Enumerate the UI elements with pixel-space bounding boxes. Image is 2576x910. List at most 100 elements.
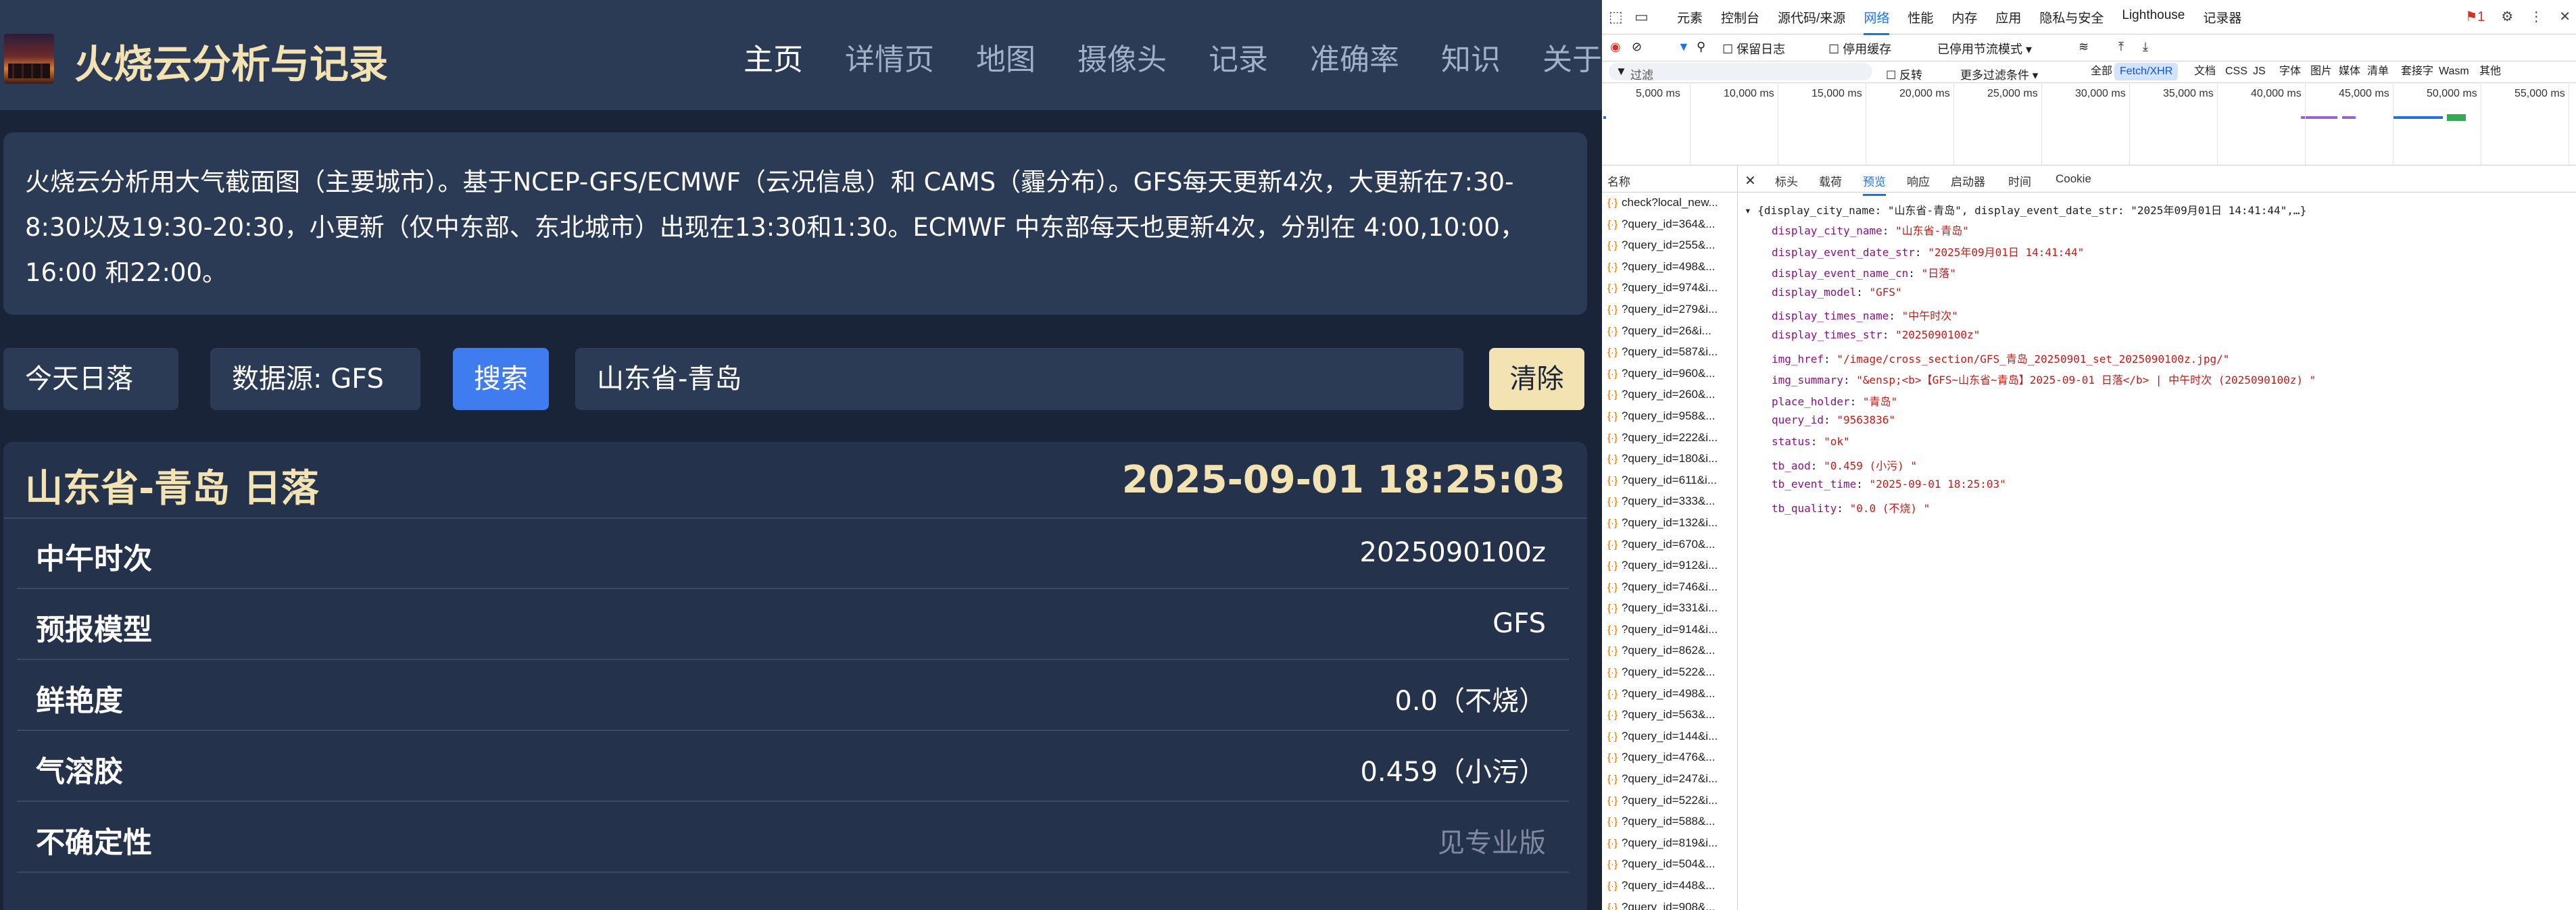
data-source-select[interactable]: 数据源: GFS [210,348,420,410]
site-title[interactable]: 火烧云分析与记录 [74,32,388,89]
disable-cache-checkbox[interactable]: ☐ 停用缓存 [1828,40,1891,57]
nav-item[interactable]: 地图 [976,35,1036,78]
close-icon[interactable]: ✕ [2559,8,2571,25]
device-toolbar-icon[interactable]: ▭ [1634,8,1649,26]
request-row[interactable]: {·} ?query_id=588&... [1602,811,1737,832]
detail-tab[interactable]: 时间 [2008,172,2031,189]
city-input[interactable] [575,348,1463,410]
inspect-element-icon[interactable]: ⬚ [1609,8,1623,26]
event-select[interactable]: 今天日落 [3,348,178,410]
nav-item[interactable]: 知识 [1441,35,1501,78]
nav-item[interactable]: 主页 [744,35,803,78]
close-detail-icon[interactable]: ✕ [1745,172,1756,189]
request-row[interactable]: {·} ?query_id=476&... [1602,747,1737,768]
request-row[interactable]: {·} ?query_id=132&i... [1602,512,1737,534]
devtools-tab[interactable]: 应用 [1995,8,2021,35]
type-filter-chip[interactable]: 清单 [2362,63,2394,80]
nav-item[interactable]: 记录 [1209,35,1268,78]
request-row[interactable]: {·} ?query_id=974&i... [1602,277,1737,299]
detail-tab[interactable]: 载荷 [1819,172,1842,189]
request-row[interactable]: {·} ?query_id=498&... [1602,256,1737,278]
request-row[interactable]: {·} ?query_id=914&i... [1602,619,1737,640]
devtools-tab[interactable]: 性能 [1907,8,1933,35]
request-row[interactable]: {·} ?query_id=364&... [1602,213,1737,235]
request-row[interactable]: {·} ?query_id=958&... [1602,405,1737,427]
type-filter-chip[interactable]: Wasm [2433,63,2475,80]
preview-object-summary[interactable]: ▾ {display_city_name: "山东省-青岛", display_… [1745,201,2306,218]
request-row[interactable]: {·} ?query_id=746&i... [1602,576,1737,598]
request-row[interactable]: {·} ?query_id=331&i... [1602,597,1737,619]
detail-tab[interactable]: 启动器 [1951,172,1985,189]
type-filter-chip[interactable]: JS [2247,63,2271,80]
type-filter-chip[interactable]: 媒体 [2333,63,2366,80]
devtools-tab[interactable]: 隐私与安全 [2039,8,2104,35]
request-row[interactable]: {·} ?query_id=222&i... [1602,427,1737,449]
request-row[interactable]: {·} ?query_id=670&... [1602,534,1737,555]
devtools-tab[interactable]: 记录器 [2203,8,2241,35]
devtools-tab[interactable]: 源代码/来源 [1778,8,1845,35]
request-row[interactable]: {·} ?query_id=862&... [1602,640,1737,661]
search-icon[interactable]: ⚲ [1697,40,1705,54]
info-row-value[interactable]: 见专业版 [1438,821,1546,860]
request-row[interactable]: {·} ?query_id=819&i... [1602,832,1737,854]
more-filters-dropdown[interactable]: 更多过滤条件 ▾ [1960,66,2038,82]
devtools-tab[interactable]: Lighthouse [2122,8,2185,35]
request-row[interactable]: {·} check?local_new... [1602,192,1737,213]
throttle-select[interactable]: 已停用节流模式 ▾ [1937,40,2032,57]
request-row[interactable]: {·} ?query_id=563&... [1602,704,1737,726]
type-filter-chip[interactable]: 其他 [2474,63,2506,80]
search-button[interactable]: 搜索 [453,348,549,410]
clear-button[interactable]: 清除 [1489,348,1584,410]
type-filter-chip[interactable]: 图片 [2305,63,2337,80]
request-row[interactable]: {·} ?query_id=255&... [1602,234,1737,256]
type-filter-chip[interactable]: 全部 [2085,63,2118,80]
request-row[interactable]: {·} ?query_id=260&... [1602,384,1737,405]
filter-icon[interactable]: ▼ [1678,40,1690,54]
type-filter-chip[interactable]: 文档 [2189,63,2221,80]
request-row[interactable]: {·} ?query_id=26&i... [1602,320,1737,342]
detail-tab[interactable]: 标头 [1775,172,1798,189]
sunset-logo-icon[interactable] [4,34,54,84]
more-options-icon[interactable]: ⋮ [2529,8,2543,25]
nav-item[interactable]: 准确率 [1310,35,1399,78]
invert-checkbox[interactable]: ☐ 反转 [1886,66,1922,82]
type-filter-chip[interactable]: Fetch/XHR [2114,63,2179,80]
preserve-log-checkbox[interactable]: ☐ 保留日志 [1722,40,1785,57]
type-filter-chip[interactable]: 字体 [2274,63,2306,80]
devtools-tab[interactable]: 网络 [1864,8,1890,35]
request-row[interactable]: {·} ?query_id=611&i... [1602,470,1737,491]
download-icon[interactable]: ⤓ [2143,40,2148,54]
record-icon[interactable]: ◉ [1610,40,1621,54]
nav-item[interactable]: 关于 [1542,35,1602,78]
request-row[interactable]: {·} ?query_id=960&... [1602,363,1737,384]
request-row[interactable]: {·} ?query_id=908&... [1602,896,1737,910]
request-list-header[interactable]: 名称 [1602,165,1738,193]
request-row[interactable]: {·} ?query_id=522&... [1602,661,1737,683]
filter-input[interactable]: ▼ 过滤 [1609,63,1872,82]
nav-item[interactable]: 摄像头 [1077,35,1167,78]
request-row[interactable]: {·} ?query_id=279&i... [1602,299,1737,320]
devtools-tab[interactable]: 元素 [1677,8,1703,35]
error-badge[interactable]: ⚑1 [2465,8,2485,25]
request-row[interactable]: {·} ?query_id=587&i... [1602,341,1737,363]
upload-icon[interactable]: ⤒ [2118,40,2124,54]
nav-item[interactable]: 详情页 [845,35,934,78]
devtools-tab[interactable]: 控制台 [1721,8,1759,35]
request-row[interactable]: {·} ?query_id=912&i... [1602,555,1737,576]
detail-tab[interactable]: Cookie [2056,172,2091,186]
network-timeline[interactable]: 5,000 ms 10,000 ms 15,000 ms 20,000 ms 25,00… [1602,82,2576,166]
request-row[interactable]: {·} ?query_id=504&... [1602,853,1737,875]
clear-log-icon[interactable]: ⊘ [1632,40,1642,54]
request-row[interactable]: {·} ?query_id=448&... [1602,875,1737,896]
devtools-tab[interactable]: 内存 [1951,8,1977,35]
type-filter-chip[interactable]: 套接字 [2396,63,2439,80]
request-row[interactable]: {·} ?query_id=522&i... [1602,790,1737,811]
detail-tab[interactable]: 响应 [1907,172,1930,189]
request-row[interactable]: {·} ?query_id=144&i... [1602,726,1737,747]
request-row[interactable]: {·} ?query_id=333&... [1602,490,1737,512]
request-row[interactable]: {·} ?query_id=247&i... [1602,768,1737,790]
request-row[interactable]: {·} ?query_id=180&i... [1602,448,1737,470]
settings-icon[interactable]: ⚙ [2501,8,2513,25]
request-row[interactable]: {·} ?query_id=498&... [1602,683,1737,705]
wifi-icon[interactable]: ≋ [2079,40,2089,54]
